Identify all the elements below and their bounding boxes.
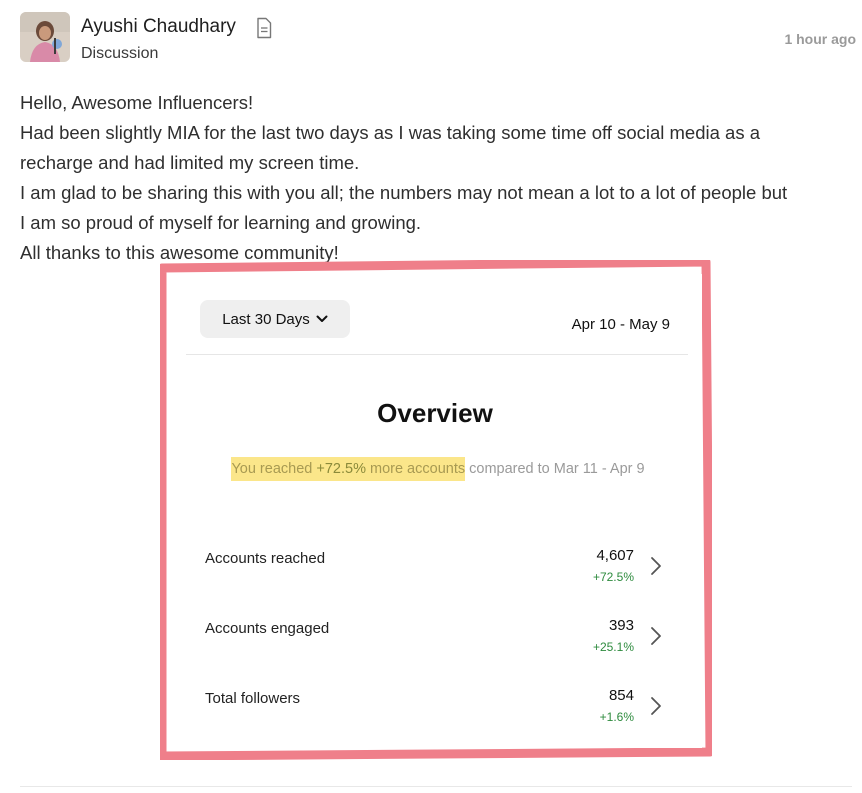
post-body-line: I am so proud of myself for learning and… [20,212,422,233]
metric-delta: +1.6% [599,710,634,724]
document-icon[interactable] [255,17,273,39]
metric-row-accounts-reached[interactable]: Accounts reached 4,607 +72.5% [205,544,668,594]
date-range-dropdown-label: Last 30 Days [222,310,310,328]
chevron-right-icon [651,697,661,715]
post-body-line: recharge and had limited my screen time. [20,152,360,173]
post-body-line: I am glad to be sharing this with you al… [20,182,788,203]
chevron-right-icon [651,557,661,575]
post-body-line: Had been slightly MIA for the last two d… [20,122,761,143]
highlighted-text: You reached +72.5% more accounts [231,457,466,481]
reach-summary-value: +72.5% [316,461,366,477]
avatar[interactable] [20,12,70,62]
divider [186,354,688,355]
chevron-right-icon [651,627,661,645]
post-body: Hello, Awesome Influencers! Had been sli… [20,88,856,268]
metric-label: Total followers [205,690,301,707]
post-category[interactable]: Discussion [81,45,158,63]
reach-summary-comparison: compared to Mar 11 - Apr 9 [465,461,645,477]
post-timestamp: 1 hour ago [784,31,856,47]
metric-label: Accounts reached [205,550,326,567]
metric-value: 393 [608,617,634,634]
post-body-line: Hello, Awesome Influencers! [20,92,254,113]
overview-title: Overview [377,398,493,428]
date-range-text: Apr 10 - May 9 [571,316,670,333]
metric-value: 4,607 [596,547,634,564]
metric-delta: +72.5% [592,570,634,584]
reach-summary: You reached +72.5% more accounts compare… [228,457,648,481]
metric-row-accounts-engaged[interactable]: Accounts engaged 393 +25.1% [205,614,668,664]
reach-summary-suffix: more accounts [365,461,466,477]
metric-row-total-followers[interactable]: Total followers 854 +1.6% [205,684,668,734]
post-header: Ayushi Chaudhary Discussion 1 hour ago [20,12,856,68]
attached-screenshot[interactable]: Last 30 Days Apr 10 - May 9 Overview You… [160,260,712,760]
author-name[interactable]: Ayushi Chaudhary [81,16,236,38]
post-divider [20,786,852,787]
insights-panel: Last 30 Days Apr 10 - May 9 Overview You… [168,274,702,748]
chevron-down-icon [316,315,328,322]
metric-value: 854 [608,687,634,704]
metric-delta: +25.1% [592,640,634,654]
date-range-dropdown[interactable]: Last 30 Days [200,300,350,338]
reach-summary-prefix: You reached [231,461,317,477]
metric-label: Accounts engaged [205,620,330,637]
